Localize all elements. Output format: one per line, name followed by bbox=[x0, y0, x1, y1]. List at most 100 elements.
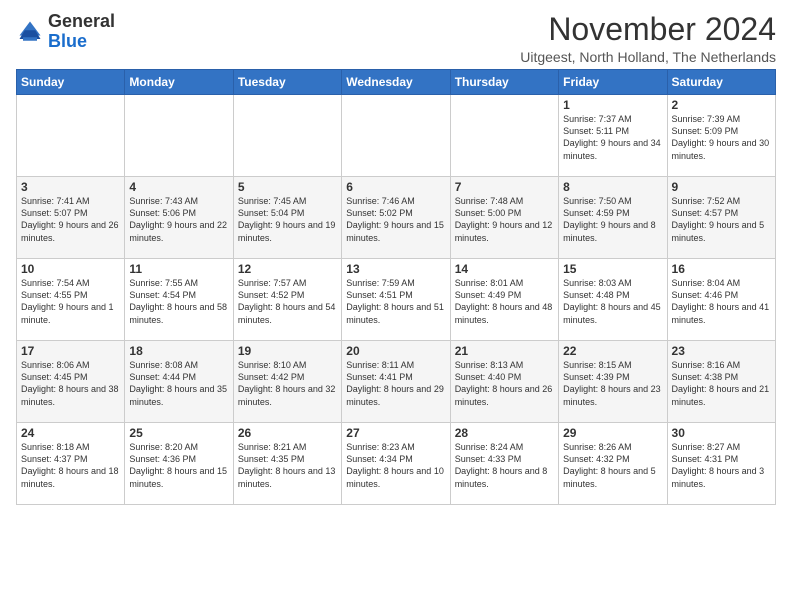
day-number: 30 bbox=[672, 426, 771, 440]
day-info: Sunrise: 7:54 AMSunset: 4:55 PMDaylight:… bbox=[21, 277, 120, 326]
cell-0-6: 2Sunrise: 7:39 AMSunset: 5:09 PMDaylight… bbox=[667, 95, 775, 177]
day-info: Sunrise: 8:06 AMSunset: 4:45 PMDaylight:… bbox=[21, 359, 120, 408]
cell-1-0: 3Sunrise: 7:41 AMSunset: 5:07 PMDaylight… bbox=[17, 177, 125, 259]
cell-2-0: 10Sunrise: 7:54 AMSunset: 4:55 PMDayligh… bbox=[17, 259, 125, 341]
logo-text: General Blue bbox=[48, 12, 115, 52]
day-info: Sunrise: 8:03 AMSunset: 4:48 PMDaylight:… bbox=[563, 277, 662, 326]
day-info: Sunrise: 8:11 AMSunset: 4:41 PMDaylight:… bbox=[346, 359, 445, 408]
day-info: Sunrise: 7:52 AMSunset: 4:57 PMDaylight:… bbox=[672, 195, 771, 244]
day-number: 9 bbox=[672, 180, 771, 194]
day-info: Sunrise: 8:18 AMSunset: 4:37 PMDaylight:… bbox=[21, 441, 120, 490]
day-number: 1 bbox=[563, 98, 662, 112]
day-info: Sunrise: 7:46 AMSunset: 5:02 PMDaylight:… bbox=[346, 195, 445, 244]
col-friday: Friday bbox=[559, 70, 667, 95]
day-info: Sunrise: 7:59 AMSunset: 4:51 PMDaylight:… bbox=[346, 277, 445, 326]
cell-2-6: 16Sunrise: 8:04 AMSunset: 4:46 PMDayligh… bbox=[667, 259, 775, 341]
day-number: 11 bbox=[129, 262, 228, 276]
week-row-4: 24Sunrise: 8:18 AMSunset: 4:37 PMDayligh… bbox=[17, 423, 776, 505]
day-number: 24 bbox=[21, 426, 120, 440]
cell-4-6: 30Sunrise: 8:27 AMSunset: 4:31 PMDayligh… bbox=[667, 423, 775, 505]
day-number: 4 bbox=[129, 180, 228, 194]
day-info: Sunrise: 8:15 AMSunset: 4:39 PMDaylight:… bbox=[563, 359, 662, 408]
day-info: Sunrise: 7:55 AMSunset: 4:54 PMDaylight:… bbox=[129, 277, 228, 326]
day-info: Sunrise: 8:08 AMSunset: 4:44 PMDaylight:… bbox=[129, 359, 228, 408]
day-info: Sunrise: 8:01 AMSunset: 4:49 PMDaylight:… bbox=[455, 277, 554, 326]
week-row-2: 10Sunrise: 7:54 AMSunset: 4:55 PMDayligh… bbox=[17, 259, 776, 341]
day-number: 3 bbox=[21, 180, 120, 194]
cell-0-3 bbox=[342, 95, 450, 177]
cell-4-0: 24Sunrise: 8:18 AMSunset: 4:37 PMDayligh… bbox=[17, 423, 125, 505]
cell-3-0: 17Sunrise: 8:06 AMSunset: 4:45 PMDayligh… bbox=[17, 341, 125, 423]
logo-general: General bbox=[48, 11, 115, 31]
cell-1-5: 8Sunrise: 7:50 AMSunset: 4:59 PMDaylight… bbox=[559, 177, 667, 259]
day-number: 25 bbox=[129, 426, 228, 440]
cell-0-1 bbox=[125, 95, 233, 177]
day-info: Sunrise: 8:10 AMSunset: 4:42 PMDaylight:… bbox=[238, 359, 337, 408]
day-number: 23 bbox=[672, 344, 771, 358]
day-info: Sunrise: 7:39 AMSunset: 5:09 PMDaylight:… bbox=[672, 113, 771, 162]
month-title: November 2024 bbox=[520, 12, 776, 47]
day-number: 28 bbox=[455, 426, 554, 440]
day-number: 19 bbox=[238, 344, 337, 358]
col-thursday: Thursday bbox=[450, 70, 558, 95]
day-number: 18 bbox=[129, 344, 228, 358]
day-info: Sunrise: 8:13 AMSunset: 4:40 PMDaylight:… bbox=[455, 359, 554, 408]
day-number: 15 bbox=[563, 262, 662, 276]
day-number: 29 bbox=[563, 426, 662, 440]
day-number: 7 bbox=[455, 180, 554, 194]
logo-icon bbox=[16, 18, 44, 46]
day-info: Sunrise: 8:27 AMSunset: 4:31 PMDaylight:… bbox=[672, 441, 771, 490]
col-monday: Monday bbox=[125, 70, 233, 95]
week-row-3: 17Sunrise: 8:06 AMSunset: 4:45 PMDayligh… bbox=[17, 341, 776, 423]
cell-1-3: 6Sunrise: 7:46 AMSunset: 5:02 PMDaylight… bbox=[342, 177, 450, 259]
day-info: Sunrise: 7:43 AMSunset: 5:06 PMDaylight:… bbox=[129, 195, 228, 244]
day-number: 6 bbox=[346, 180, 445, 194]
title-block: November 2024 Uitgeest, North Holland, T… bbox=[520, 12, 776, 65]
cell-0-5: 1Sunrise: 7:37 AMSunset: 5:11 PMDaylight… bbox=[559, 95, 667, 177]
day-number: 8 bbox=[563, 180, 662, 194]
day-number: 20 bbox=[346, 344, 445, 358]
day-info: Sunrise: 8:16 AMSunset: 4:38 PMDaylight:… bbox=[672, 359, 771, 408]
cell-0-0 bbox=[17, 95, 125, 177]
header-row: General Blue November 2024 Uitgeest, Nor… bbox=[16, 12, 776, 65]
day-info: Sunrise: 8:23 AMSunset: 4:34 PMDaylight:… bbox=[346, 441, 445, 490]
cell-4-4: 28Sunrise: 8:24 AMSunset: 4:33 PMDayligh… bbox=[450, 423, 558, 505]
day-info: Sunrise: 7:37 AMSunset: 5:11 PMDaylight:… bbox=[563, 113, 662, 162]
cell-2-5: 15Sunrise: 8:03 AMSunset: 4:48 PMDayligh… bbox=[559, 259, 667, 341]
cell-3-6: 23Sunrise: 8:16 AMSunset: 4:38 PMDayligh… bbox=[667, 341, 775, 423]
col-sunday: Sunday bbox=[17, 70, 125, 95]
day-number: 10 bbox=[21, 262, 120, 276]
day-info: Sunrise: 8:24 AMSunset: 4:33 PMDaylight:… bbox=[455, 441, 554, 490]
day-info: Sunrise: 7:45 AMSunset: 5:04 PMDaylight:… bbox=[238, 195, 337, 244]
day-number: 5 bbox=[238, 180, 337, 194]
day-info: Sunrise: 8:04 AMSunset: 4:46 PMDaylight:… bbox=[672, 277, 771, 326]
col-saturday: Saturday bbox=[667, 70, 775, 95]
day-info: Sunrise: 8:21 AMSunset: 4:35 PMDaylight:… bbox=[238, 441, 337, 490]
logo: General Blue bbox=[16, 12, 115, 52]
cell-1-2: 5Sunrise: 7:45 AMSunset: 5:04 PMDaylight… bbox=[233, 177, 341, 259]
day-number: 13 bbox=[346, 262, 445, 276]
logo-blue: Blue bbox=[48, 31, 87, 51]
col-tuesday: Tuesday bbox=[233, 70, 341, 95]
cell-1-4: 7Sunrise: 7:48 AMSunset: 5:00 PMDaylight… bbox=[450, 177, 558, 259]
subtitle: Uitgeest, North Holland, The Netherlands bbox=[520, 49, 776, 65]
week-row-1: 3Sunrise: 7:41 AMSunset: 5:07 PMDaylight… bbox=[17, 177, 776, 259]
header-row-days: Sunday Monday Tuesday Wednesday Thursday… bbox=[17, 70, 776, 95]
cell-4-3: 27Sunrise: 8:23 AMSunset: 4:34 PMDayligh… bbox=[342, 423, 450, 505]
day-number: 22 bbox=[563, 344, 662, 358]
day-number: 27 bbox=[346, 426, 445, 440]
col-wednesday: Wednesday bbox=[342, 70, 450, 95]
cell-3-1: 18Sunrise: 8:08 AMSunset: 4:44 PMDayligh… bbox=[125, 341, 233, 423]
calendar-table: Sunday Monday Tuesday Wednesday Thursday… bbox=[16, 69, 776, 505]
day-info: Sunrise: 7:50 AMSunset: 4:59 PMDaylight:… bbox=[563, 195, 662, 244]
cell-4-1: 25Sunrise: 8:20 AMSunset: 4:36 PMDayligh… bbox=[125, 423, 233, 505]
day-number: 12 bbox=[238, 262, 337, 276]
day-number: 21 bbox=[455, 344, 554, 358]
cell-2-3: 13Sunrise: 7:59 AMSunset: 4:51 PMDayligh… bbox=[342, 259, 450, 341]
cell-0-4 bbox=[450, 95, 558, 177]
day-info: Sunrise: 8:20 AMSunset: 4:36 PMDaylight:… bbox=[129, 441, 228, 490]
day-number: 14 bbox=[455, 262, 554, 276]
day-info: Sunrise: 7:57 AMSunset: 4:52 PMDaylight:… bbox=[238, 277, 337, 326]
cell-1-6: 9Sunrise: 7:52 AMSunset: 4:57 PMDaylight… bbox=[667, 177, 775, 259]
day-number: 17 bbox=[21, 344, 120, 358]
